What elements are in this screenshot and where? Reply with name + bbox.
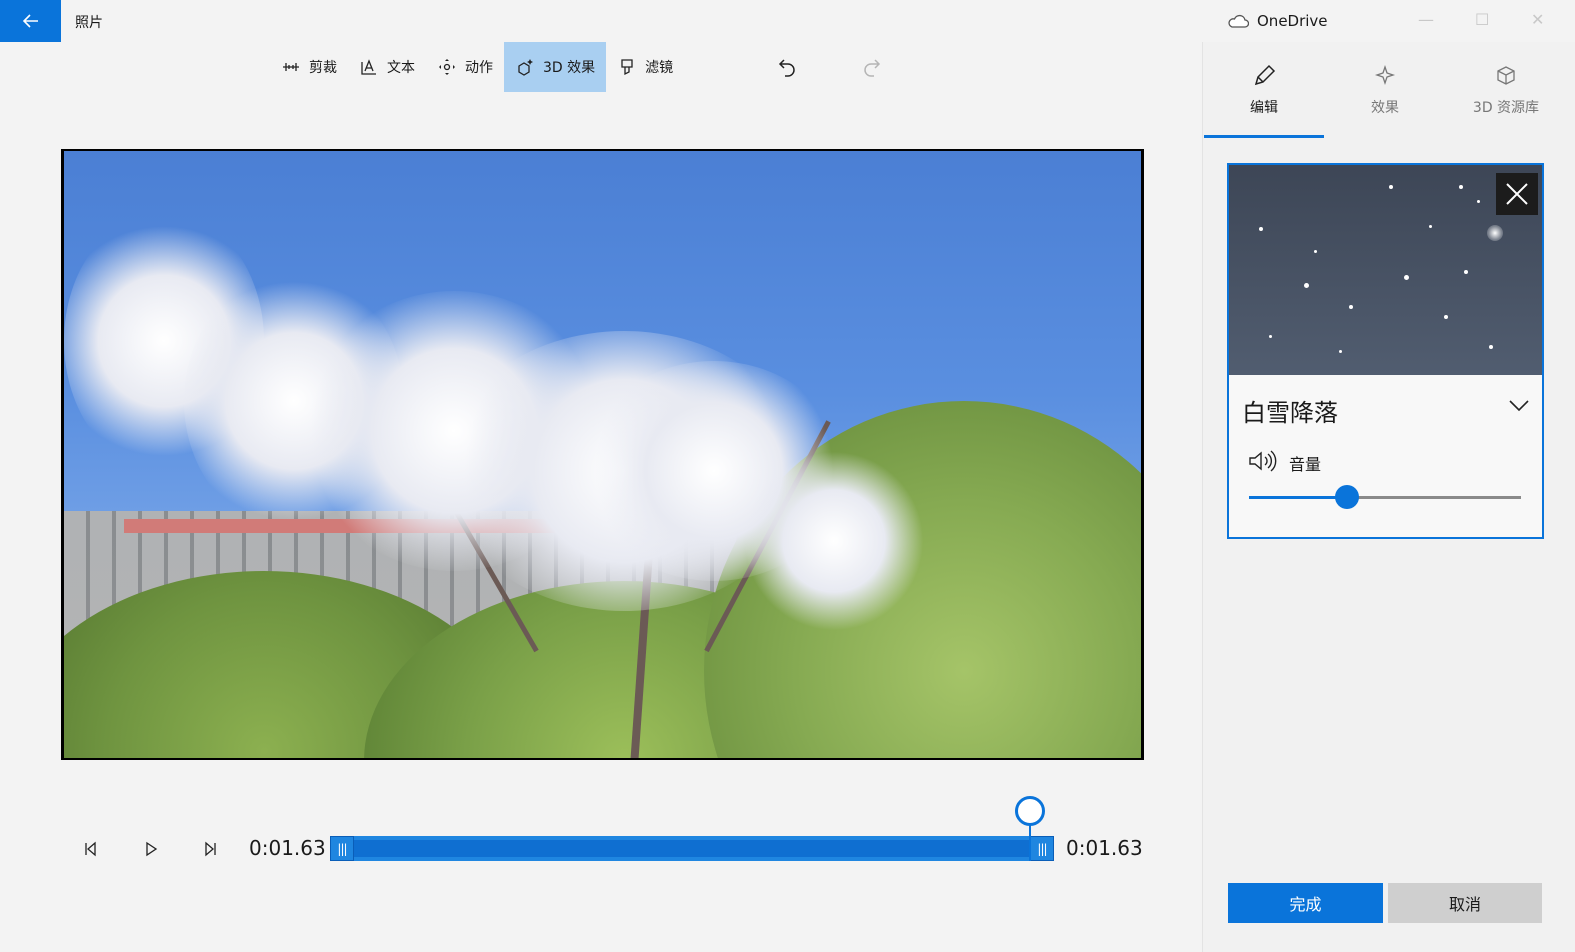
- cancel-button[interactable]: 取消: [1388, 883, 1542, 923]
- 3d-effects-label: 3D 效果: [543, 60, 596, 76]
- pencil-icon: [1254, 64, 1276, 86]
- text-button[interactable]: 文本: [348, 42, 426, 92]
- playhead-knob[interactable]: [1015, 796, 1045, 826]
- video-frame: [64, 151, 1141, 758]
- volume-slider[interactable]: [1249, 485, 1521, 509]
- step-back-icon: [85, 841, 96, 857]
- filter-label: 滤镜: [645, 60, 674, 76]
- playhead-line: [1029, 824, 1031, 861]
- start-time: 0:01.63: [249, 836, 326, 860]
- back-arrow-icon: [22, 14, 38, 28]
- text-label: 文本: [387, 60, 415, 76]
- 3d-cube-icon: [1497, 66, 1515, 85]
- tab-effects[interactable]: 效果: [1325, 42, 1445, 138]
- step-forward-icon: [205, 841, 216, 857]
- minimize-button[interactable]: —: [1418, 10, 1434, 29]
- done-button[interactable]: 完成: [1228, 883, 1383, 923]
- end-time: 0:01.63: [1066, 836, 1143, 860]
- chevron-down-icon: [1509, 400, 1529, 412]
- motion-icon: [439, 59, 455, 75]
- cloud-icon: [1228, 14, 1249, 28]
- motion-label: 动作: [465, 60, 493, 76]
- play-button[interactable]: [138, 836, 164, 862]
- edit-toolbar: 剪裁 文本 动作 3D 效果 滤镜: [270, 42, 684, 92]
- sparkle-icon: [1374, 64, 1396, 86]
- video-preview: [61, 149, 1144, 760]
- motion-button[interactable]: 动作: [426, 42, 504, 92]
- trim-icon: [283, 63, 299, 71]
- filter-button[interactable]: 滤镜: [606, 42, 684, 92]
- trim-track[interactable]: ||| |||: [330, 836, 1054, 861]
- previous-frame-button[interactable]: [78, 836, 104, 862]
- active-tab-indicator: [1204, 135, 1324, 138]
- undo-button[interactable]: [772, 52, 802, 82]
- filter-icon: [621, 59, 633, 76]
- 3d-effects-button[interactable]: 3D 效果: [504, 42, 607, 92]
- volume-slider-thumb[interactable]: [1335, 485, 1359, 509]
- text-icon: [361, 59, 376, 75]
- undo-icon: [778, 59, 795, 77]
- effect-name: 白雪降落: [1242, 399, 1338, 427]
- tab-3d-library[interactable]: 3D 资源库: [1446, 42, 1566, 138]
- app-title: 照片: [75, 15, 103, 31]
- title-bar: 照片 OneDrive — ☐ ✕: [0, 0, 1575, 42]
- redo-button[interactable]: [857, 52, 887, 82]
- remove-effect-button[interactable]: [1496, 173, 1538, 215]
- 3d-effects-icon: [518, 59, 533, 76]
- tab-edit-label: 编辑: [1250, 100, 1278, 116]
- next-frame-button[interactable]: [197, 836, 223, 862]
- volume-icon: [1247, 449, 1277, 477]
- close-window-button[interactable]: ✕: [1531, 10, 1544, 29]
- volume-slider-fill: [1249, 496, 1347, 499]
- onedrive-label: OneDrive: [1257, 12, 1328, 30]
- effect-preview: [1229, 165, 1542, 375]
- tab-3d-library-label: 3D 资源库: [1472, 100, 1540, 116]
- close-icon: [1506, 183, 1528, 205]
- start-trim-handle[interactable]: |||: [330, 836, 354, 861]
- onedrive-status[interactable]: OneDrive: [1227, 12, 1328, 30]
- play-icon: [146, 841, 158, 857]
- tab-edit[interactable]: 编辑: [1204, 42, 1324, 138]
- tab-effects-label: 效果: [1371, 100, 1399, 116]
- maximize-button[interactable]: ☐: [1475, 10, 1489, 29]
- trim-label: 剪裁: [309, 60, 337, 76]
- trim-button[interactable]: 剪裁: [270, 42, 348, 92]
- effect-expand-button[interactable]: [1508, 397, 1530, 416]
- end-trim-handle[interactable]: |||: [1030, 836, 1054, 861]
- effect-card: 白雪降落 音量: [1227, 163, 1544, 539]
- volume-label: 音量: [1289, 455, 1322, 474]
- back-button[interactable]: [0, 0, 61, 42]
- redo-icon: [864, 59, 881, 77]
